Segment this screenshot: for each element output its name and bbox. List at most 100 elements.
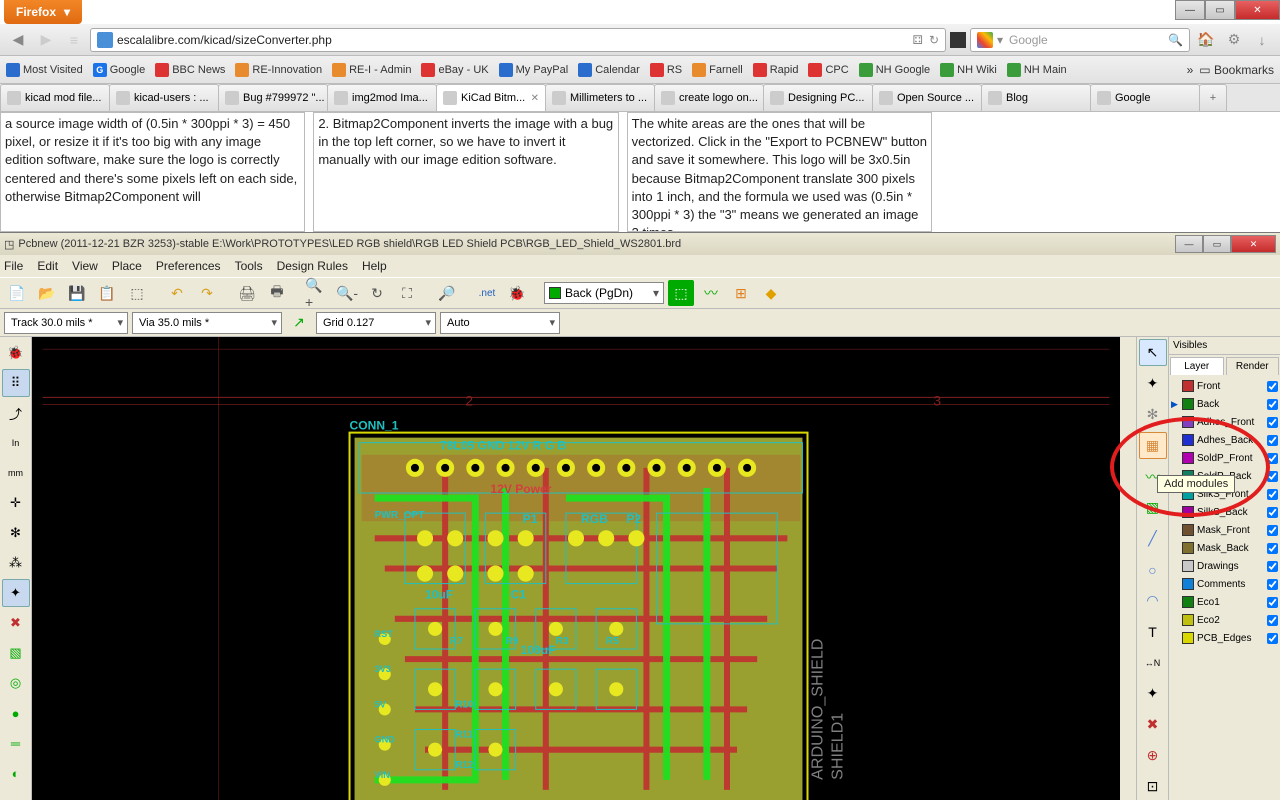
add-zones-button[interactable]: ▧ [1139,494,1167,521]
layer-color-swatch[interactable] [1182,614,1194,626]
undo-button[interactable]: ↶ [164,280,190,306]
menu-item[interactable]: Help [362,259,387,273]
layer-row[interactable]: Mask_Back [1171,539,1278,557]
browser-tab[interactable]: img2mod Ima... [327,84,437,111]
menu-item[interactable]: Edit [37,259,58,273]
addon-icon[interactable] [950,32,966,48]
add-dimension-button[interactable]: ↔N [1139,649,1167,676]
zoom-out-button[interactable]: 🔍- [334,280,360,306]
highlight-net-button[interactable]: ✦ [1139,370,1167,397]
offset-button[interactable]: ⊕ [1139,742,1167,769]
layer-checkbox[interactable] [1267,453,1278,464]
browser-tab[interactable]: kicad mod file... [0,84,110,111]
browser-maximize-button[interactable]: ▭ [1205,0,1235,20]
layer-checkbox[interactable] [1267,399,1278,410]
browser-tab[interactable]: kicad-users : ... [109,84,219,111]
grid-selector[interactable]: Grid 0.127 [316,312,436,334]
layer-row[interactable]: SilkS_Back [1171,503,1278,521]
open-board-button[interactable]: 📂 [34,280,60,306]
layer-selector[interactable]: Back (PgDn) [544,282,664,304]
tab-close-icon[interactable]: ✕ [531,93,539,104]
browser-tab[interactable]: Designing PC... [763,84,873,111]
local-ratsnest-button[interactable]: ✻ [1139,401,1167,428]
grid-visible-button[interactable]: ⠿ [2,369,30,397]
layer-color-swatch[interactable] [1182,596,1194,608]
layer-checkbox[interactable] [1267,633,1278,644]
browser-tab[interactable]: Blog [981,84,1091,111]
layer-color-swatch[interactable] [1182,632,1194,644]
layer-color-swatch[interactable] [1182,560,1194,572]
layer-color-swatch[interactable] [1182,416,1194,428]
warning-button[interactable]: ◆ [758,280,784,306]
add-text-button[interactable]: T [1139,618,1167,645]
firefox-menu-button[interactable]: Firefox [4,0,82,24]
units-inch-button[interactable]: In [2,429,30,457]
layer-color-swatch[interactable] [1182,398,1194,410]
layer-row[interactable]: Drawings [1171,557,1278,575]
layer-row[interactable]: Eco2 [1171,611,1278,629]
back-button[interactable]: ◀ [6,28,30,52]
layer-color-swatch[interactable] [1182,452,1194,464]
layer-row[interactable]: SoldP_Front [1171,449,1278,467]
new-board-button[interactable]: 📄 [4,280,30,306]
layer-checkbox[interactable] [1267,597,1278,608]
via-fill-button[interactable]: ● [2,699,30,727]
browser-minimize-button[interactable]: — [1175,0,1205,20]
reload-icon[interactable]: ↻ [929,33,939,47]
layer-color-swatch[interactable] [1182,380,1194,392]
layer-checkbox[interactable] [1267,471,1278,482]
grid-origin-button[interactable]: ⊡ [1139,773,1167,800]
bookmark-item[interactable]: Rapid [753,63,799,77]
add-arc-button[interactable]: ◠ [1139,587,1167,614]
polar-coord-button[interactable]: ⤴ [2,399,30,427]
browser-tab[interactable]: create logo on... [654,84,764,111]
layer-checkbox[interactable] [1267,417,1278,428]
layer-checkbox[interactable] [1267,525,1278,536]
layer-color-swatch[interactable] [1182,434,1194,446]
layer-checkbox[interactable] [1267,435,1278,446]
bookmark-item[interactable]: Calendar [578,63,640,77]
mode-footprint-button[interactable]: ⬚ [668,280,694,306]
bookmark-item[interactable]: GGoogle [93,63,145,77]
pcbnew-maximize-button[interactable]: ▭ [1203,235,1231,253]
layer-row[interactable]: Mask_Front [1171,521,1278,539]
zoom-in-button[interactable]: 🔍+ [304,280,330,306]
menu-item[interactable]: Design Rules [277,259,348,273]
layer-row[interactable]: Adhes_Back [1171,431,1278,449]
search-bar[interactable]: ▾ Google 🔍 [970,28,1190,52]
browser-close-button[interactable]: ✕ [1235,0,1280,20]
bookmark-item[interactable]: NH Wiki [940,63,997,77]
layer-color-swatch[interactable] [1182,524,1194,536]
layer-row[interactable]: Adhes_Front [1171,413,1278,431]
module-editor-button[interactable]: ⬚ [124,280,150,306]
zoom-fit-button[interactable]: ⛶ [394,280,420,306]
netlist-button[interactable]: .net [474,280,500,306]
layer-row[interactable]: Eco1 [1171,593,1278,611]
cursor-shape-button[interactable]: ✛ [2,489,30,517]
bookmarks-button[interactable]: ▭ Bookmarks [1199,63,1274,77]
layer-row[interactable]: PCB_Edges [1171,629,1278,647]
auto-delete-track-button[interactable]: ✦ [2,579,30,607]
menu-item[interactable]: View [72,259,98,273]
tab-render[interactable]: Render [1226,357,1280,375]
select-tool-button[interactable]: ↖ [1139,339,1167,366]
pad-fill-button[interactable]: ◎ [2,669,30,697]
layer-checkbox[interactable] [1267,561,1278,572]
layer-row[interactable]: Comments [1171,575,1278,593]
bookmark-item[interactable]: RE-I - Admin [332,63,411,77]
pcbnew-titlebar[interactable]: ◳ Pcbnew (2011-12-21 BZR 3253)-stable E:… [0,233,1280,255]
add-modules-button[interactable]: ▦ [1139,432,1167,459]
module-ratsnest-button[interactable]: ⁂ [2,549,30,577]
bookmark-item[interactable]: BBC News [155,63,225,77]
layer-checkbox[interactable] [1267,615,1278,626]
via-size-selector[interactable]: Via 35.0 mils * [132,312,282,334]
menu-item[interactable]: Preferences [156,259,221,273]
pcb-canvas[interactable]: 2 3 [32,337,1120,800]
bookmark-item[interactable]: Farnell [692,63,743,77]
layer-color-swatch[interactable] [1182,506,1194,518]
redo-button[interactable]: ↷ [194,280,220,306]
layer-checkbox[interactable] [1267,543,1278,554]
bookmark-item[interactable]: RE-Innovation [235,63,322,77]
layer-row[interactable]: Front [1171,377,1278,395]
add-line-button[interactable]: ╱ [1139,525,1167,552]
